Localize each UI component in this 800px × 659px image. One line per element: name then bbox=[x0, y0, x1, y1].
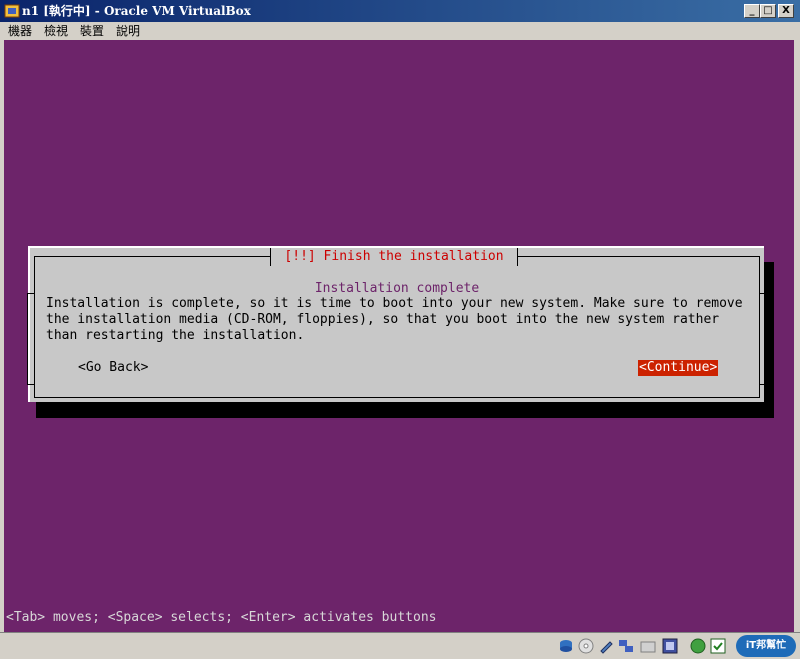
cd-rom-icon[interactable] bbox=[578, 638, 594, 654]
minimize-button[interactable]: _ bbox=[744, 4, 760, 18]
maximize-button[interactable]: □ bbox=[760, 4, 776, 18]
dialog-message: Installation is complete, so it is time … bbox=[46, 296, 743, 343]
window-title: n1 [執行中] - Oracle VM VirtualBox bbox=[22, 4, 251, 18]
menu-view[interactable]: 檢視 bbox=[44, 24, 68, 38]
vm-screen[interactable]: [!!] Finish the installation Installatio… bbox=[4, 40, 794, 632]
mouse-integration-icon[interactable] bbox=[710, 638, 726, 654]
dialog-left-bracket bbox=[27, 293, 34, 385]
hard-disk-icon[interactable] bbox=[558, 638, 574, 654]
virtualbox-icon bbox=[4, 4, 20, 18]
menu-help[interactable]: 說明 bbox=[116, 24, 140, 38]
keyboard-hint: <Tab> moves; <Space> selects; <Enter> ac… bbox=[6, 610, 437, 625]
menu-bar: 機器 檢視 裝置 說明 bbox=[0, 22, 800, 40]
network-icon[interactable] bbox=[618, 638, 634, 654]
capture-icon[interactable] bbox=[690, 638, 706, 654]
dialog-title: [!!] Finish the installation bbox=[270, 248, 518, 266]
menu-machine[interactable]: 機器 bbox=[8, 24, 32, 38]
close-button[interactable]: X bbox=[778, 4, 794, 18]
display-icon[interactable] bbox=[662, 638, 678, 654]
host-key-icon: iT邦幫忙 bbox=[736, 635, 796, 657]
menu-devices[interactable]: 裝置 bbox=[80, 24, 104, 38]
dialog-right-bracket bbox=[760, 293, 767, 385]
usb-icon[interactable] bbox=[598, 638, 614, 654]
dialog-subtitle: Installation complete bbox=[314, 281, 480, 296]
finish-installation-dialog: [!!] Finish the installation Installatio… bbox=[27, 246, 767, 402]
shared-folder-icon[interactable] bbox=[640, 638, 656, 654]
window-title-bar[interactable]: n1 [執行中] - Oracle VM VirtualBox _ □ X bbox=[0, 0, 800, 22]
go-back-button[interactable]: <Go Back> bbox=[78, 360, 148, 376]
continue-button[interactable]: <Continue> bbox=[638, 360, 719, 376]
status-bar: iT邦幫忙 bbox=[0, 632, 800, 659]
